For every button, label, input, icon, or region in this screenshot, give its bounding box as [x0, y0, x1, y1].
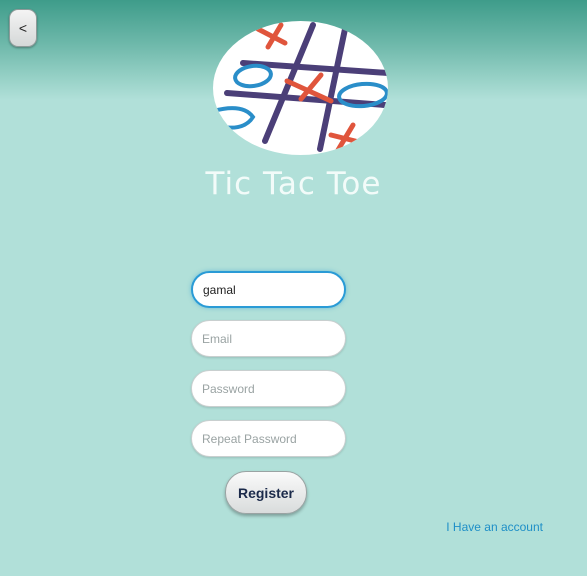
email-field[interactable] — [191, 320, 346, 357]
repeat-password-field[interactable] — [191, 420, 346, 457]
register-button[interactable]: Register — [225, 471, 307, 514]
have-account-link[interactable]: I Have an account — [0, 520, 543, 534]
back-button[interactable]: < — [9, 9, 37, 47]
app-title: Tic Tac Toe — [205, 166, 382, 202]
password-field[interactable] — [191, 370, 346, 407]
username-field[interactable] — [191, 271, 346, 308]
tic-tac-toe-logo — [213, 21, 388, 155]
